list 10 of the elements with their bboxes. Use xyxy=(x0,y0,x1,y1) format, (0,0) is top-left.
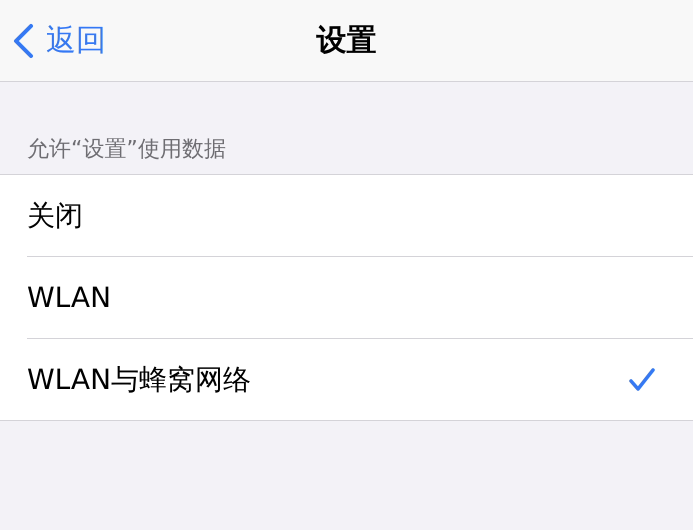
section-header: 允许“设置”使用数据 xyxy=(26,136,227,164)
chevron-left-icon xyxy=(12,22,34,58)
nav-title: 设置 xyxy=(316,22,376,60)
option-row[interactable]: WLAN xyxy=(27,256,693,338)
option-row[interactable]: 关闭 xyxy=(27,175,693,256)
option-label: WLAN xyxy=(27,281,112,314)
option-label: WLAN与蜂窝网络 xyxy=(27,362,252,398)
back-button[interactable]: 返回 xyxy=(0,20,106,61)
option-row[interactable]: WLAN与蜂窝网络 xyxy=(27,338,693,420)
option-label: 关闭 xyxy=(27,198,83,234)
